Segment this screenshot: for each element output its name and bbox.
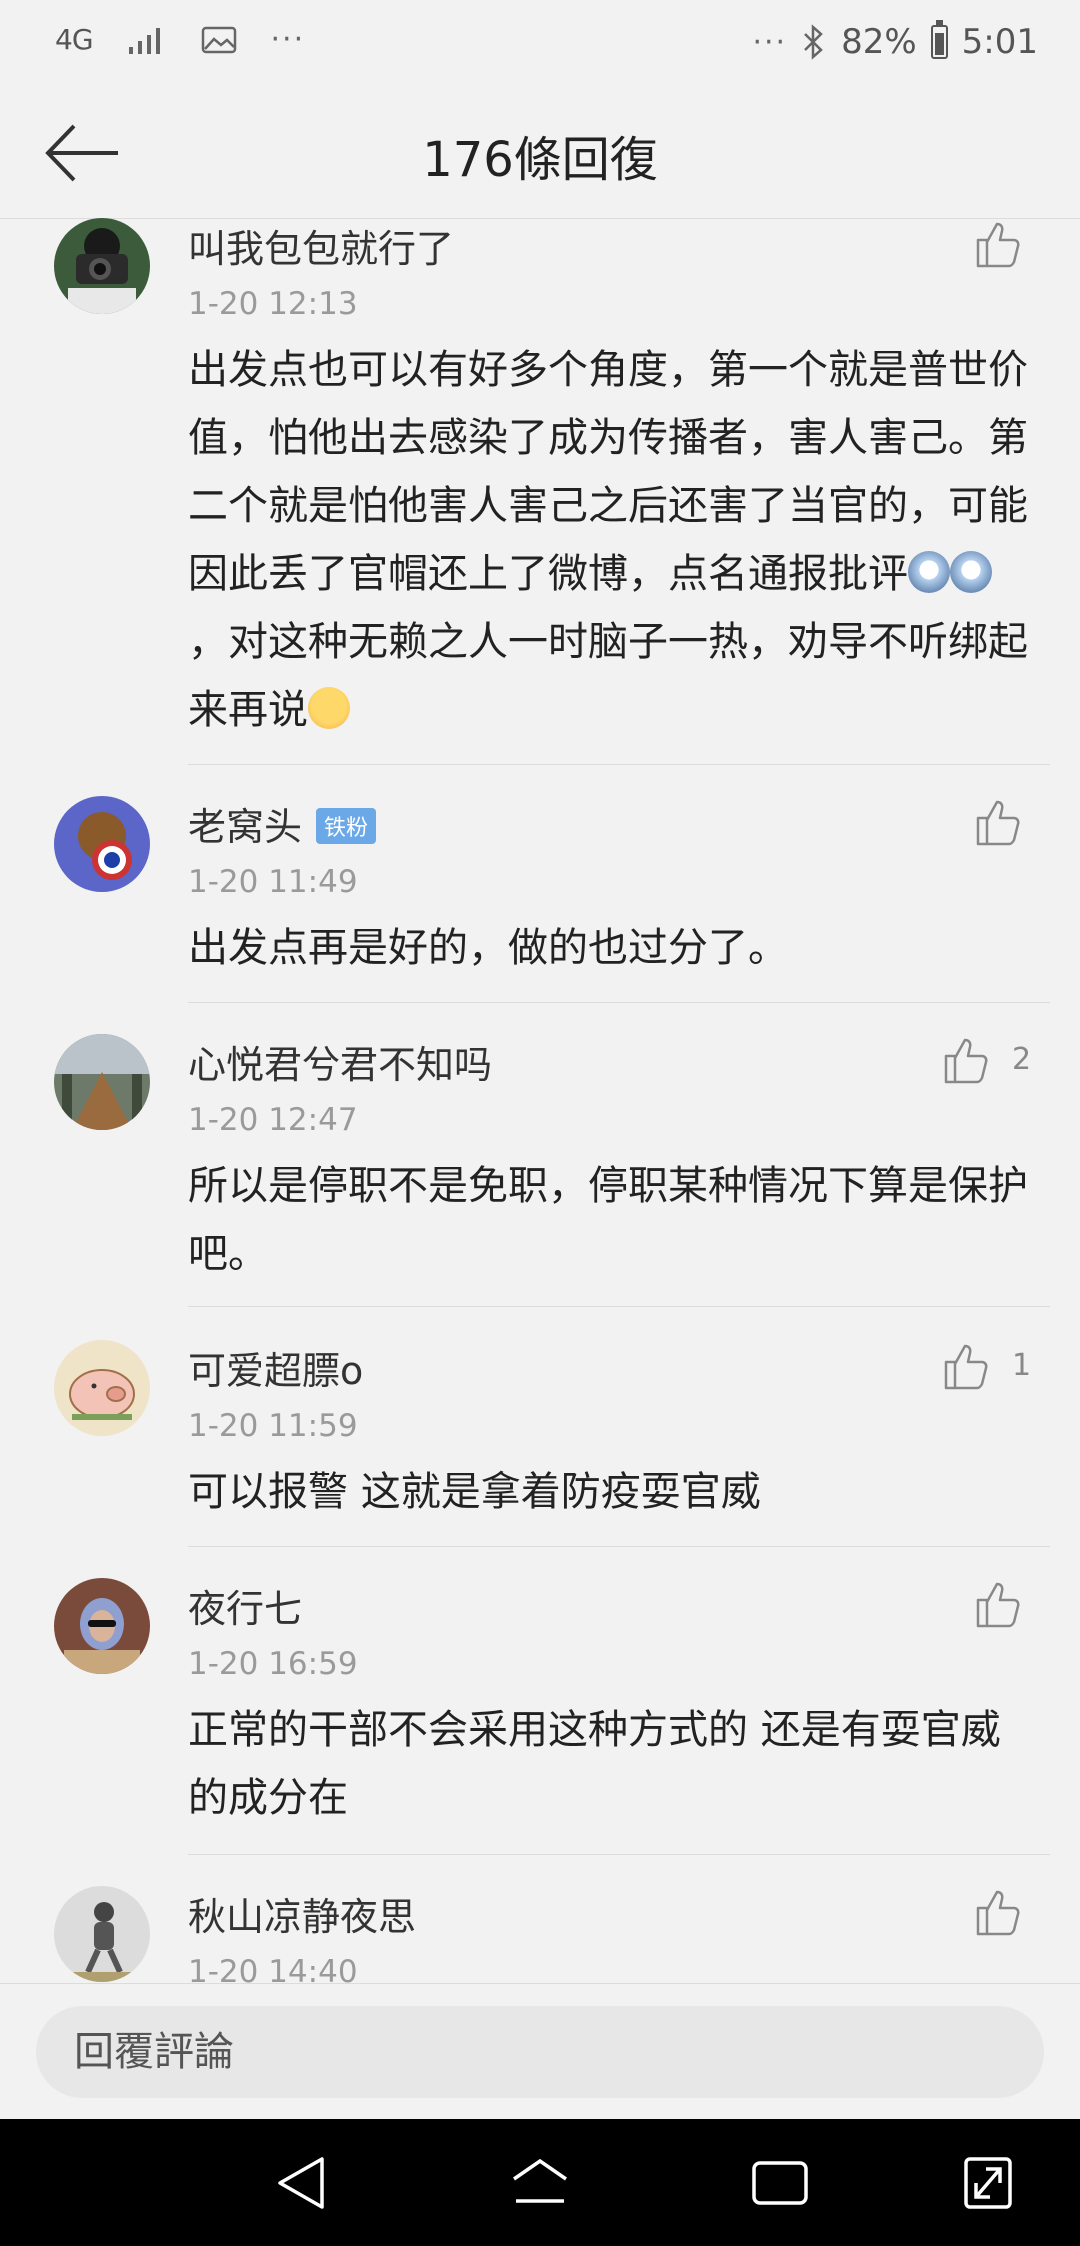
thumbs-up-icon[interactable] — [972, 796, 1024, 848]
clock: 5:01 — [961, 22, 1038, 62]
comment-text: 所以是停职不是免职，停职某种情况下算是保护吧。 — [188, 1163, 1028, 1277]
comment-time: 1-20 11:49 — [188, 864, 358, 900]
yummy-face-emoji-icon — [308, 687, 350, 729]
divider — [188, 1002, 1050, 1003]
nav-back-icon[interactable] — [270, 2153, 334, 2213]
username[interactable]: 心悦君兮君不知吗 — [188, 1034, 492, 1089]
divider — [188, 1306, 1050, 1307]
avatar[interactable] — [54, 1340, 150, 1436]
nav-recents-icon[interactable] — [748, 2153, 812, 2213]
signal-icon — [128, 27, 160, 54]
comment-text-part1: 出发点也可以有好多个角度，第一个就是普世价值，怕他出去感染了成为传播者，害人害己… — [188, 347, 1028, 597]
thumbs-up-icon[interactable] — [972, 1578, 1024, 1630]
comment-text: 可以报警 这就是拿着防疫耍官威 — [188, 1469, 761, 1515]
avatar[interactable] — [54, 1034, 150, 1130]
username[interactable]: 秋山凉静夜思 — [188, 1886, 416, 1941]
page-title: 176條回復 — [422, 132, 658, 188]
avatar[interactable] — [54, 218, 150, 314]
comment-text: 正常的干部不会采用这种方式的 还是有耍官威的成分在 — [188, 1707, 1001, 1821]
thumbs-up-icon[interactable] — [940, 1340, 992, 1392]
nav-expand-icon[interactable] — [956, 2153, 1020, 2213]
comment-text: 出发点也可以有好多个角度，第一个就是普世价值，怕他出去感染了成为传播者，害人害己… — [188, 336, 1028, 744]
thumbs-up-icon[interactable] — [972, 218, 1024, 270]
divider — [188, 1854, 1050, 1855]
divider — [188, 1546, 1050, 1547]
avatar[interactable] — [54, 1886, 150, 1982]
comment-list[interactable]: 叫我包包就行了 1-20 12:13 出发点也可以有好多个角度，第一个就是普世价… — [0, 218, 1080, 1983]
username-text: 老窝头 — [188, 805, 303, 849]
username[interactable]: 老窝头 铁粉 — [188, 796, 377, 851]
avatar[interactable] — [54, 1578, 150, 1674]
bluetooth-icon — [804, 24, 823, 60]
username[interactable]: 叫我包包就行了 — [188, 218, 454, 273]
battery-icon — [930, 20, 948, 59]
comment-text: 出发点再是好的，做的也过分了。 — [188, 925, 788, 971]
comment-time: 1-20 11:59 — [188, 1408, 358, 1444]
fan-badge: 铁粉 — [316, 807, 377, 844]
more-notifications-icon: ··· — [270, 22, 306, 57]
title-bar: 176條回復 — [0, 90, 1080, 219]
thumbs-up-icon[interactable] — [940, 1034, 992, 1086]
comment-time: 1-20 12:47 — [188, 1102, 358, 1138]
comment-time: 1-20 12:13 — [188, 286, 358, 322]
tongue-face-emoji-icon — [950, 551, 992, 593]
reply-bar: 回覆評論 — [0, 1983, 1080, 2120]
reply-input[interactable]: 回覆評論 — [36, 2006, 1044, 2098]
image-notification-icon — [201, 26, 236, 53]
like-count: 2 — [1012, 1042, 1032, 1077]
avatar[interactable] — [54, 796, 150, 892]
comment-time: 1-20 14:40 — [188, 1954, 358, 1983]
system-nav-bar — [0, 2119, 1080, 2246]
thumbs-up-icon[interactable] — [972, 1886, 1024, 1938]
network-type: 4G — [55, 22, 94, 56]
tongue-face-emoji-icon — [908, 551, 950, 593]
battery-percent: 82% — [841, 22, 917, 62]
divider — [188, 764, 1050, 765]
username[interactable]: 可爱超膘o — [188, 1340, 363, 1395]
nav-home-icon[interactable] — [508, 2153, 572, 2213]
status-bar: 4G ··· ··· 82% 5:01 — [0, 0, 1080, 90]
username[interactable]: 夜行七 — [188, 1578, 302, 1633]
like-count: 1 — [1012, 1348, 1032, 1383]
status-more-icon: ··· — [752, 24, 788, 60]
comment-time: 1-20 16:59 — [188, 1646, 358, 1682]
